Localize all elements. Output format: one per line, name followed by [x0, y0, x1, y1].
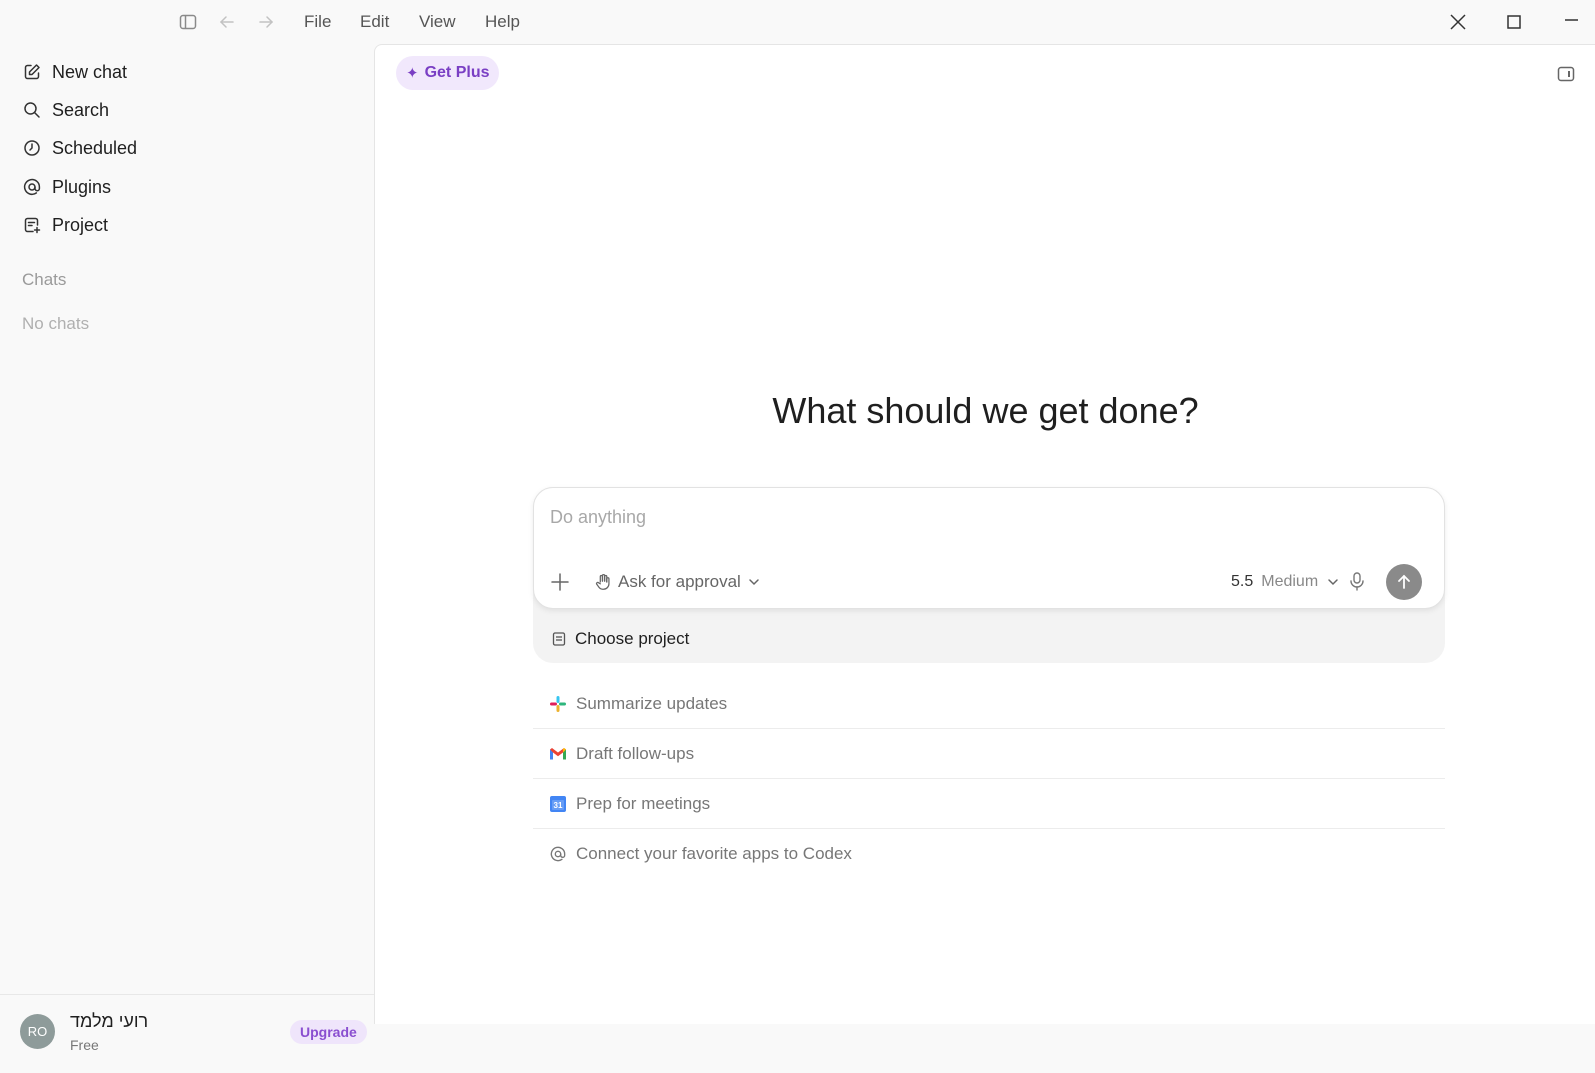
chats-section-label: Chats — [22, 270, 67, 289]
calendar-icon: 31 — [549, 795, 567, 813]
choose-project-label: Choose project — [575, 629, 690, 648]
approval-mode-dropdown[interactable]: Ask for approval — [594, 570, 761, 594]
chevron-down-icon — [1326, 575, 1340, 589]
title-bar: File Edit View Help — [0, 0, 1595, 44]
hand-icon — [594, 573, 612, 591]
choose-project-button[interactable]: Choose project — [551, 627, 689, 651]
sidebar-item-label: Plugins — [52, 176, 112, 197]
sidebar-toggle-icon[interactable] — [178, 12, 198, 32]
search-icon — [22, 100, 42, 120]
add-icon[interactable] — [548, 570, 572, 594]
maximize-icon[interactable] — [1502, 10, 1526, 34]
composer: Ask for approval 5.5 Medium — [533, 487, 1445, 609]
sidebar: New chat Search Scheduled Plugins Projec… — [0, 44, 374, 1053]
sidebar-item-new-chat[interactable]: New chat — [22, 57, 127, 87]
slack-icon — [549, 695, 567, 713]
sidebar-item-project[interactable]: Project — [22, 210, 108, 240]
chevron-down-icon — [747, 575, 761, 589]
clock-icon — [22, 138, 42, 158]
at-sign-icon — [22, 177, 42, 197]
sidebar-item-label: Project — [52, 214, 109, 235]
page-title: What should we get done? — [772, 390, 1199, 431]
sidebar-item-search[interactable]: Search — [22, 95, 109, 125]
suggestion-list: Summarize updates Draft follow-ups 31 Pr… — [533, 679, 1445, 879]
sidebar-item-plugins[interactable]: Plugins — [22, 172, 111, 202]
send-button[interactable] — [1386, 564, 1422, 600]
model-effort: Medium — [1261, 573, 1319, 590]
sidebar-item-label: New chat — [52, 61, 128, 82]
empty-chats-label: No chats — [22, 314, 90, 333]
approval-mode-label: Ask for approval — [618, 572, 741, 591]
user-name: רועי מלמד — [70, 1011, 149, 1031]
menu-edit[interactable]: Edit — [360, 12, 389, 32]
user-plan: Free — [70, 1037, 99, 1053]
menu-file[interactable]: File — [304, 12, 331, 32]
menu-view[interactable]: View — [419, 12, 456, 32]
menu-help[interactable]: Help — [485, 12, 520, 32]
side-panel-icon[interactable] — [1556, 64, 1576, 84]
sidebar-item-label: Scheduled — [52, 137, 138, 158]
project-icon — [551, 631, 567, 647]
prompt-input[interactable] — [548, 506, 1412, 529]
at-sign-icon — [549, 845, 567, 863]
suggestion-label: Connect your favorite apps to Codex — [576, 844, 852, 863]
suggestion-label: Draft follow-ups — [576, 743, 695, 763]
microphone-icon[interactable] — [1346, 570, 1368, 592]
compose-icon — [22, 62, 42, 82]
suggestion-summarize-updates[interactable]: Summarize updates — [533, 679, 1445, 729]
arrow-up-icon — [1398, 574, 1410, 589]
get-plus-label: Get Plus — [424, 64, 490, 81]
suggestion-prep-for-meetings[interactable]: 31 Prep for meetings — [533, 779, 1445, 829]
project-add-icon — [22, 215, 42, 235]
sidebar-item-scheduled[interactable]: Scheduled — [22, 133, 137, 163]
close-icon[interactable] — [1446, 10, 1470, 34]
model-selector[interactable]: 5.5 Medium — [1231, 570, 1340, 594]
user-profile[interactable]: RO רועי מלמד Free Upgrade — [0, 994, 374, 1073]
main-panel: ✦ Get Plus What should we get done? Ask … — [374, 44, 1595, 1024]
suggestion-label: Prep for meetings — [576, 793, 711, 813]
gmail-icon — [549, 745, 567, 763]
get-plus-button[interactable]: ✦ Get Plus — [396, 56, 500, 90]
suggestion-label: Summarize updates — [576, 693, 728, 713]
suggestion-connect-apps[interactable]: Connect your favorite apps to Codex — [533, 829, 1445, 879]
minimize-icon[interactable] — [1559, 10, 1583, 34]
sidebar-item-label: Search — [52, 99, 110, 120]
avatar[interactable]: RO — [20, 1014, 55, 1049]
svg-text:31: 31 — [554, 801, 563, 810]
suggestion-draft-follow-ups[interactable]: Draft follow-ups — [533, 729, 1445, 779]
forward-arrow-icon[interactable] — [256, 12, 276, 32]
back-arrow-icon[interactable] — [217, 12, 237, 32]
sparkle-icon: ✦ — [406, 65, 419, 82]
model-version: 5.5 — [1231, 573, 1254, 590]
upgrade-button[interactable]: Upgrade — [290, 1020, 367, 1044]
